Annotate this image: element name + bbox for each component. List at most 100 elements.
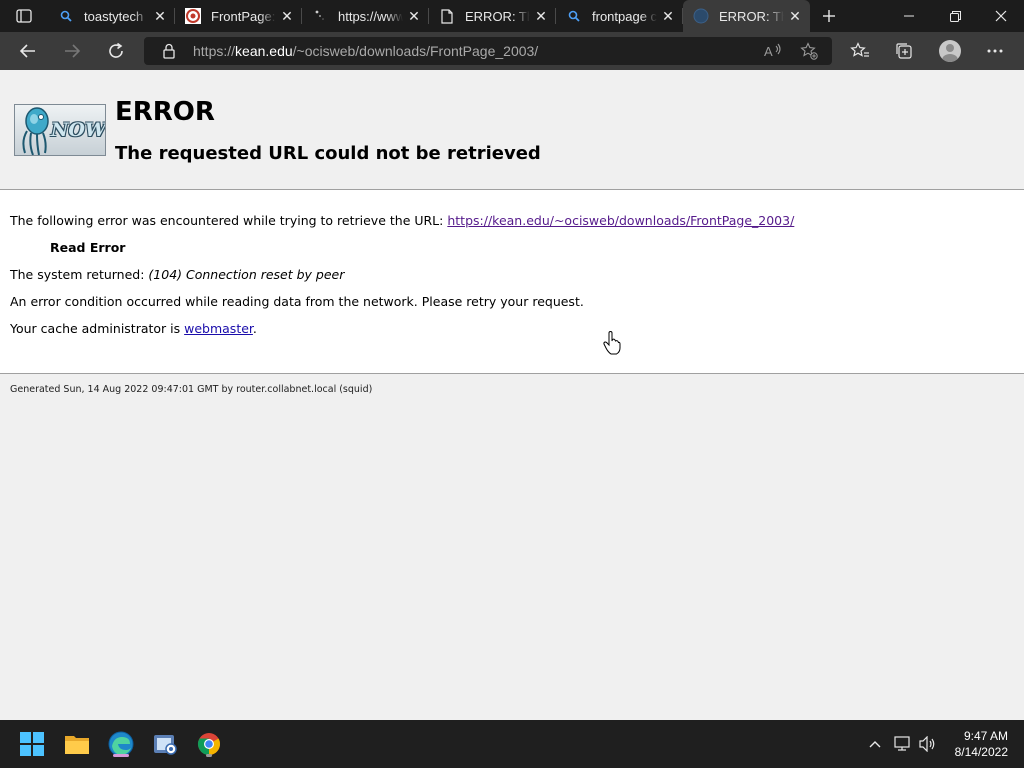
back-arrow-icon: [19, 44, 35, 58]
system-error: (104) Connection reset by peer: [148, 267, 345, 282]
collections-button[interactable]: [889, 37, 919, 65]
search-icon: [58, 8, 74, 24]
admin-prefix: Your cache administrator is: [10, 321, 185, 336]
folder-icon: [65, 736, 89, 754]
clock-date: 8/14/2022: [954, 745, 1008, 759]
favorites-button[interactable]: [845, 37, 875, 65]
close-icon: [995, 10, 1007, 22]
running-indicator: [113, 754, 129, 757]
back-button[interactable]: [13, 37, 43, 65]
window-controls: [886, 0, 1024, 32]
url-host: kean.edu: [235, 43, 293, 59]
forward-arrow-icon: [65, 44, 81, 58]
volume-button[interactable]: [917, 732, 939, 756]
tab-title: ERROR: The: [719, 8, 784, 24]
close-window-button[interactable]: [978, 0, 1024, 32]
new-tab-button[interactable]: [816, 4, 842, 28]
browser-toolbar: https://kean.edu/~ocisweb/downloads/Fron…: [0, 32, 1024, 70]
edge-taskbar-button[interactable]: [105, 728, 137, 760]
tab-strip: toastytech ✕ FrontPage: ✕ https://www ✕ …: [0, 0, 1024, 32]
tab-list: toastytech ✕ FrontPage: ✕ https://www ✕ …: [48, 0, 810, 32]
page-title: ERROR: [115, 97, 215, 127]
hand-cursor-icon: [603, 331, 621, 355]
add-favorite-icon[interactable]: [798, 41, 820, 61]
page-footer: Generated Sun, 14 Aug 2022 09:47:01 GMT …: [10, 384, 373, 395]
windows-logo-icon: [20, 732, 44, 756]
webmaster-link[interactable]: webmaster: [184, 321, 253, 336]
start-button[interactable]: [16, 728, 48, 760]
minimize-button[interactable]: [886, 0, 932, 32]
settings-menu-button[interactable]: [980, 37, 1010, 65]
chevron-up-icon: [869, 741, 881, 748]
address-text[interactable]: https://kean.edu/~ocisweb/downloads/Fron…: [193, 43, 538, 59]
tab-title: ERROR: The: [465, 8, 530, 24]
photos-taskbar-button[interactable]: [149, 728, 181, 760]
read-aloud-icon[interactable]: A: [762, 41, 784, 61]
address-bar[interactable]: https://kean.edu/~ocisweb/downloads/Fron…: [144, 37, 832, 65]
tab-0[interactable]: toastytech ✕: [48, 0, 175, 32]
lock-icon[interactable]: [162, 43, 178, 59]
tab-4[interactable]: frontpage c ✕: [556, 0, 683, 32]
tab-close-button[interactable]: ✕: [276, 5, 298, 27]
tab-title: toastytech: [84, 8, 144, 24]
system-clock[interactable]: 9:47 AM 8/14/2022: [955, 728, 1008, 760]
tab-5-active[interactable]: ERROR: The ✕: [683, 0, 810, 32]
profile-button[interactable]: [935, 37, 965, 65]
page-subtitle: The requested URL could not be retrieved: [115, 143, 541, 164]
photos-icon: [154, 735, 177, 755]
admin-suffix: .: [252, 321, 257, 336]
taskbar: 9:47 AM 8/14/2022: [0, 720, 1024, 768]
tab-close-button[interactable]: ✕: [657, 5, 679, 27]
error-header: NOW ERROR The requested URL could not be…: [0, 70, 1024, 190]
avatar: [939, 40, 961, 62]
file-explorer-button[interactable]: [61, 728, 93, 760]
tab-2[interactable]: https://www ✕: [302, 0, 429, 32]
tab-title: frontpage c: [592, 8, 657, 24]
loading-icon: [312, 8, 328, 24]
logo-text: NOW: [51, 119, 106, 141]
tab-1[interactable]: FrontPage: ✕: [175, 0, 302, 32]
chrome-taskbar-button[interactable]: [193, 728, 225, 760]
tab-actions-button[interactable]: [10, 6, 38, 26]
tab-title: FrontPage:: [211, 8, 276, 24]
show-hidden-icons-button[interactable]: [864, 732, 886, 756]
error-name: Read Error: [50, 240, 126, 255]
tab-close-button[interactable]: ✕: [149, 5, 171, 27]
restore-button[interactable]: [932, 0, 978, 32]
refresh-button[interactable]: [101, 37, 131, 65]
web-page: NOW ERROR The requested URL could not be…: [0, 70, 1024, 720]
divider: [0, 373, 1024, 374]
error-description: An error condition occurred while readin…: [10, 294, 584, 309]
clock-time: 9:47 AM: [963, 729, 1008, 743]
favorites-icon: [850, 42, 869, 57]
plus-icon: [823, 10, 835, 22]
network-icon: [894, 736, 910, 751]
tab-close-button[interactable]: ✕: [403, 5, 425, 27]
squid-logo: NOW: [14, 104, 106, 156]
network-button[interactable]: [892, 732, 914, 756]
collections-icon: [896, 43, 912, 59]
tab-close-button[interactable]: ✕: [784, 5, 806, 27]
running-indicator: [206, 754, 212, 757]
search-icon: [566, 8, 582, 24]
system-returned: The system returned: (104) Connection re…: [10, 267, 344, 282]
restore-icon: [949, 10, 961, 22]
tab-title: https://www: [338, 8, 403, 24]
tab-3[interactable]: ERROR: The ✕: [429, 0, 556, 32]
browser-window: toastytech ✕ FrontPage: ✕ https://www ✕ …: [0, 0, 1024, 768]
more-options-icon: [987, 49, 1003, 53]
refresh-icon: [109, 42, 123, 58]
page-icon: [439, 8, 455, 24]
speaker-icon: [919, 736, 935, 752]
forward-button[interactable]: [57, 37, 87, 65]
url-path: /~ocisweb/downloads/FrontPage_2003/: [292, 43, 539, 59]
error-intro: The following error was encountered whil…: [10, 213, 794, 228]
system-prefix: The system returned:: [10, 267, 149, 282]
error-body: The following error was encountered whil…: [0, 190, 1024, 373]
tab-close-button[interactable]: ✕: [530, 5, 552, 27]
admin-line: Your cache administrator is webmaster.: [10, 321, 257, 336]
tab-actions-icon: [16, 9, 32, 23]
url-scheme: https://: [193, 43, 236, 59]
requested-url-link[interactable]: https://kean.edu/~ocisweb/downloads/Fron…: [447, 213, 794, 228]
intro-text: The following error was encountered whil…: [10, 213, 448, 228]
